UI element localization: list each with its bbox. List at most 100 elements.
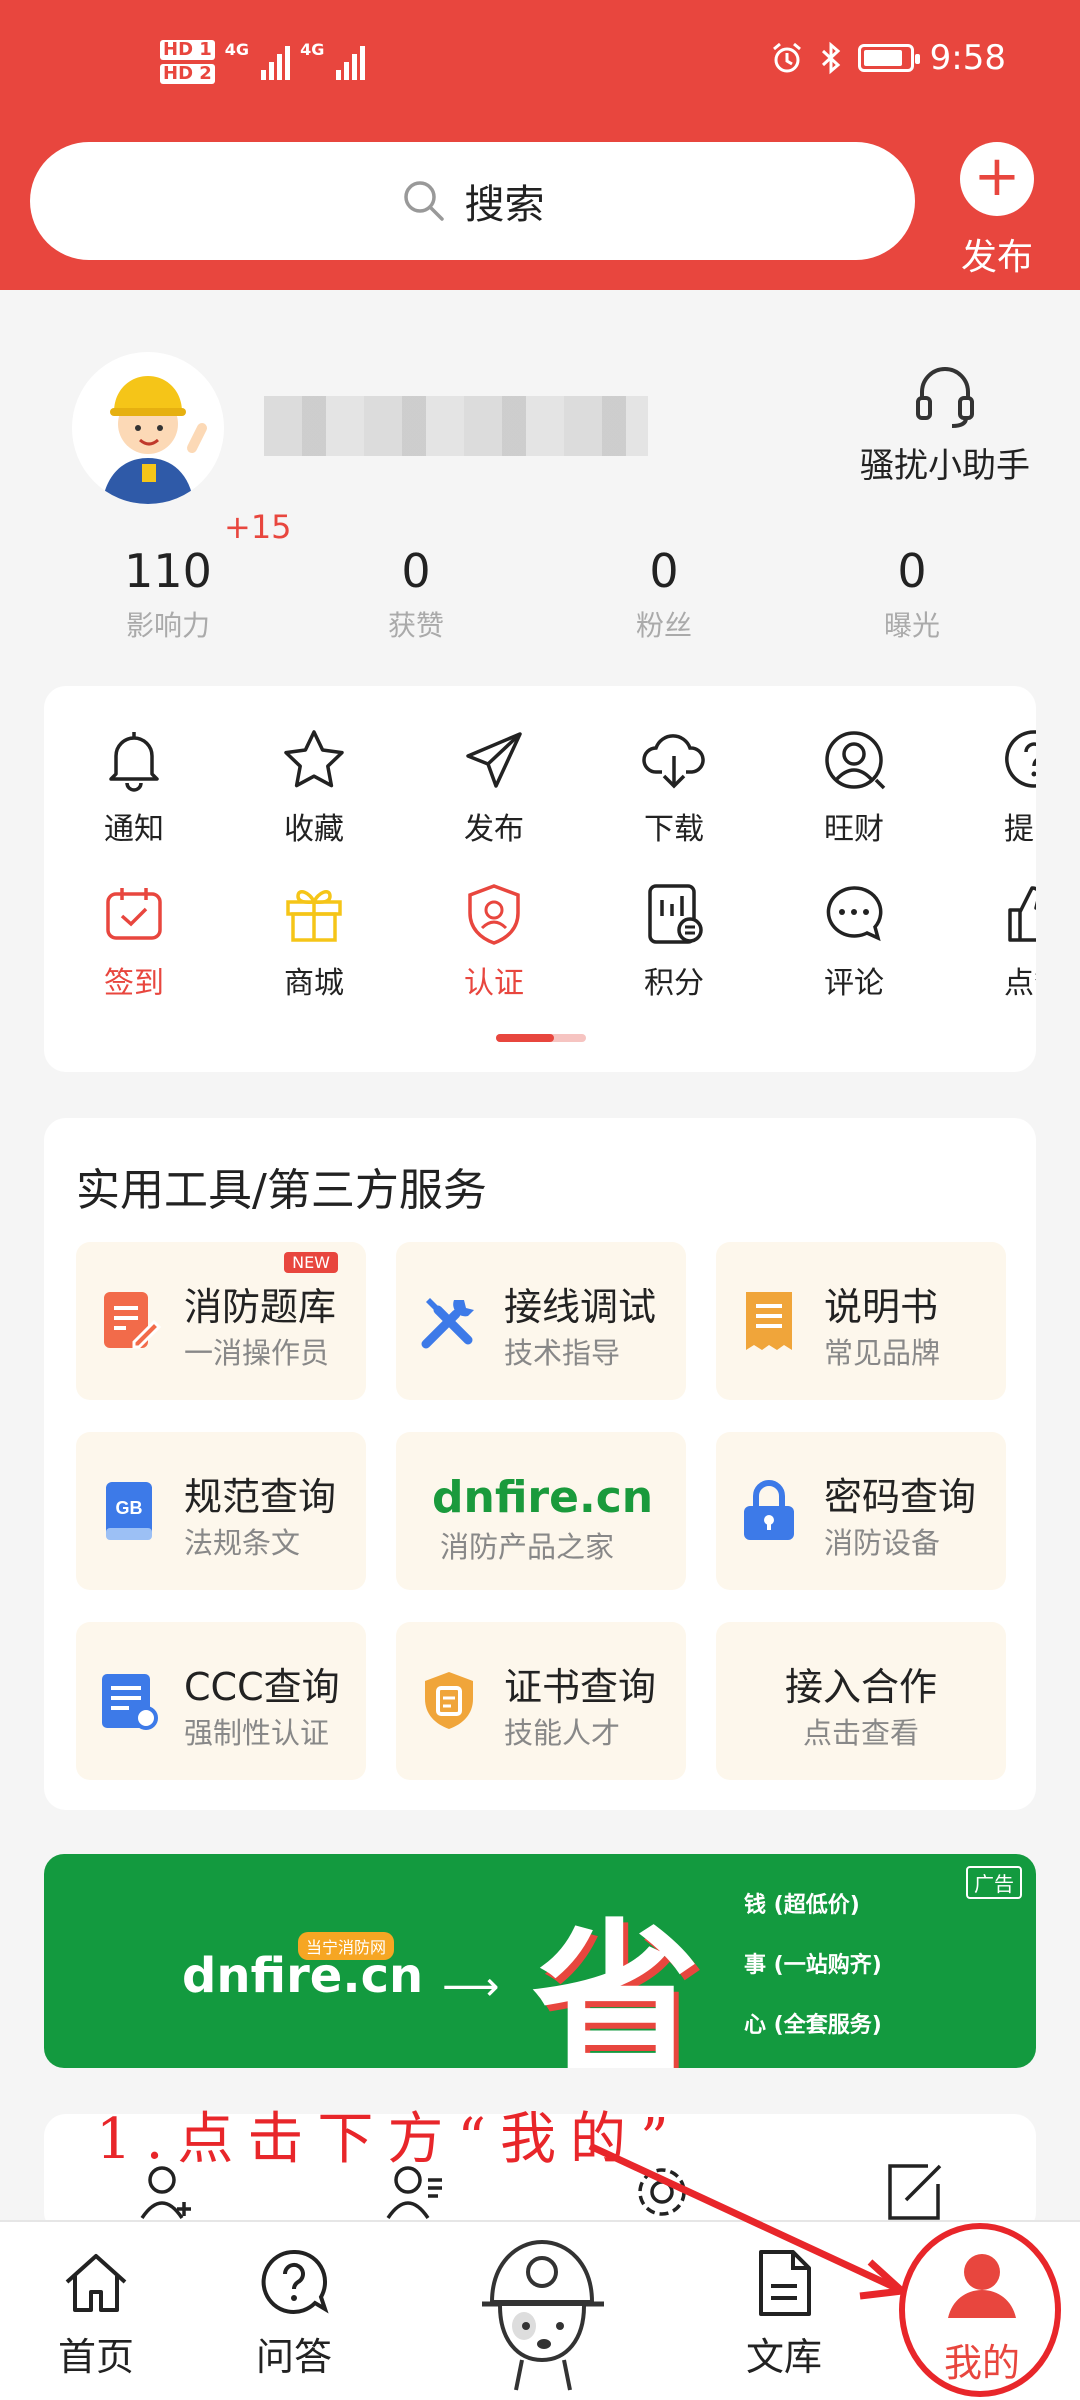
tool-title: 说明书	[824, 1285, 939, 1329]
grid-item-label: 商城	[284, 966, 344, 1001]
status-bar-right: 9:58	[770, 38, 1006, 78]
harassment-helper-button[interactable]: 骚扰小助手	[850, 360, 1040, 487]
sim1-badge: HD 1	[160, 40, 215, 60]
dnfire-logo: dnfire.cn	[432, 1472, 654, 1523]
certificate-icon	[102, 1674, 158, 1730]
status-bar-signals: HD 1 HD 2 4G 4G	[160, 40, 366, 84]
stat-influence[interactable]: +15 110 影响力	[44, 500, 292, 642]
grid-item-publish[interactable]: 发布	[404, 726, 584, 848]
star-icon	[284, 730, 344, 788]
username-redacted	[264, 396, 648, 456]
banner-benefits: 钱 (超低价) 事 (一站购齐) 心 (全套服务)	[744, 1876, 882, 2056]
function-grid-card: 通知 收藏 发布 下载 旺财 提问 签到 商城	[44, 686, 1036, 1072]
grid-item-label: 收藏	[284, 812, 344, 847]
tool-title: 规范查询	[184, 1475, 337, 1519]
stat-exposure[interactable]: 0 曝光	[788, 500, 1036, 642]
grid-item-mall[interactable]: 商城	[224, 880, 404, 1002]
edit-icon[interactable]	[882, 2158, 946, 2222]
user-circle-icon	[825, 731, 886, 790]
tool-subtitle: 技能人才	[504, 1716, 621, 1750]
alarm-icon	[772, 42, 801, 73]
grid-item-label: 旺财	[824, 812, 884, 847]
tool-title: 密码查询	[824, 1475, 977, 1519]
tool-wiring-debug[interactable]: 接线调试 技术指导	[396, 1242, 686, 1400]
points-icon	[648, 884, 703, 944]
headset-icon	[916, 367, 974, 428]
grid-item-checkin[interactable]: 签到	[44, 880, 224, 1002]
grid-item-notify[interactable]: 通知	[44, 726, 224, 848]
ad-banner[interactable]: 广告 当宁消防网 dnfire.cn ⟶ 省 钱 (超低价) 事 (一站购齐) …	[44, 1854, 1036, 2068]
tool-password-search[interactable]: 密码查询 消防设备	[716, 1432, 1006, 1590]
bell-icon	[109, 732, 159, 792]
tool-subtitle: 技术指导	[504, 1336, 621, 1370]
tab-library[interactable]: 文库	[704, 2246, 864, 2381]
gift-icon	[286, 890, 342, 942]
grid-item-points[interactable]: 积分	[584, 880, 764, 1002]
grid-item-label: 通知	[104, 812, 164, 847]
grid-item-certify[interactable]: 认证	[404, 880, 584, 1002]
new-badge: NEW	[284, 1252, 338, 1273]
document-edit-icon	[104, 1292, 162, 1349]
badge-shield-icon	[425, 1672, 473, 1729]
publish-label: 发布	[960, 237, 1033, 278]
grid-item-label: 发布	[464, 812, 524, 847]
tool-subtitle: 常见品牌	[824, 1336, 941, 1370]
stat-likes[interactable]: 0 获赞	[292, 500, 540, 642]
grid-item-comment[interactable]: 评论	[764, 880, 944, 1002]
gb-book-icon: GB	[106, 1482, 152, 1540]
tab-qa[interactable]: 问答	[214, 2246, 374, 2381]
grid-item-label: 积分	[644, 966, 704, 1001]
tab-mine[interactable]: 我的	[902, 2246, 1062, 2387]
user-filled-icon	[948, 2254, 1016, 2318]
worker-avatar-illustration	[72, 352, 224, 504]
ad-tag: 广告	[966, 1866, 1022, 1899]
grid-item-label: 提问	[1004, 812, 1036, 847]
tool-partnership[interactable]: 接入合作 点击查看	[716, 1622, 1006, 1780]
tab-label: 我的	[943, 2341, 1020, 2385]
tool-title: CCC查询	[184, 1665, 340, 1709]
signal-icon	[336, 44, 366, 80]
tool-standards-search[interactable]: GB 规范查询 法规条文	[76, 1432, 366, 1590]
tool-certificate-search[interactable]: 证书查询 技能人才	[396, 1622, 686, 1780]
tool-subtitle: 消防设备	[824, 1526, 941, 1560]
search-icon	[403, 181, 444, 221]
tool-manuals[interactable]: 说明书 常见品牌	[716, 1242, 1006, 1400]
manual-icon	[746, 1292, 792, 1350]
tool-subtitle: 消防产品之家	[440, 1530, 615, 1564]
tool-dnfire-shop[interactable]: dnfire.cn 消防产品之家	[396, 1432, 686, 1590]
banner-benefit: 事 (一站购齐)	[744, 1953, 882, 1978]
influence-bonus: +15	[224, 508, 292, 546]
tab-mascot[interactable]	[460, 2232, 620, 2392]
grid-item-download[interactable]: 下载	[584, 726, 764, 848]
publish-button[interactable]: + 发布	[958, 142, 1036, 280]
stat-followers[interactable]: 0 粉丝	[540, 500, 788, 642]
stat-value: 0	[401, 544, 431, 598]
search-placeholder: 搜索	[464, 182, 545, 228]
tool-fire-question-bank[interactable]: NEW 消防题库 一消操作员	[76, 1242, 366, 1400]
mascot-dog-icon	[482, 2239, 604, 2391]
tab-home[interactable]: 首页	[16, 2246, 176, 2381]
battery-icon	[857, 44, 920, 72]
banner-benefit: 心 (全套服务)	[744, 2013, 882, 2038]
grid-item-like[interactable]: 点赞	[944, 880, 1036, 1002]
question-icon	[1005, 730, 1036, 788]
cloud-download-icon	[642, 734, 705, 789]
banner-brand: dnfire.cn	[182, 1948, 424, 2004]
search-bar[interactable]: 搜索	[30, 142, 915, 260]
grid-item-label: 认证	[464, 966, 524, 1001]
grid-item-wangcai[interactable]: 旺财	[764, 726, 944, 848]
grid-item-question[interactable]: 提问	[944, 726, 1036, 848]
tool-ccc-search[interactable]: CCC查询 强制性认证	[76, 1622, 366, 1780]
document-icon	[759, 2250, 811, 2316]
lock-icon	[744, 1480, 794, 1540]
tutorial-instruction: 1.点击下方“我的”	[96, 2107, 683, 2172]
thumb-up-icon	[1008, 886, 1036, 942]
tool-title: 消防题库	[184, 1285, 337, 1329]
network2-label: 4G	[300, 40, 325, 59]
avatar[interactable]	[72, 352, 224, 504]
tab-label: 问答	[255, 2335, 332, 2379]
calendar-check-icon	[106, 888, 162, 940]
grid-item-favorites[interactable]: 收藏	[224, 726, 404, 848]
stat-value: 110	[124, 544, 212, 598]
grid-row-2: 签到 商城 认证 积分 评论 点赞	[44, 880, 1036, 1002]
